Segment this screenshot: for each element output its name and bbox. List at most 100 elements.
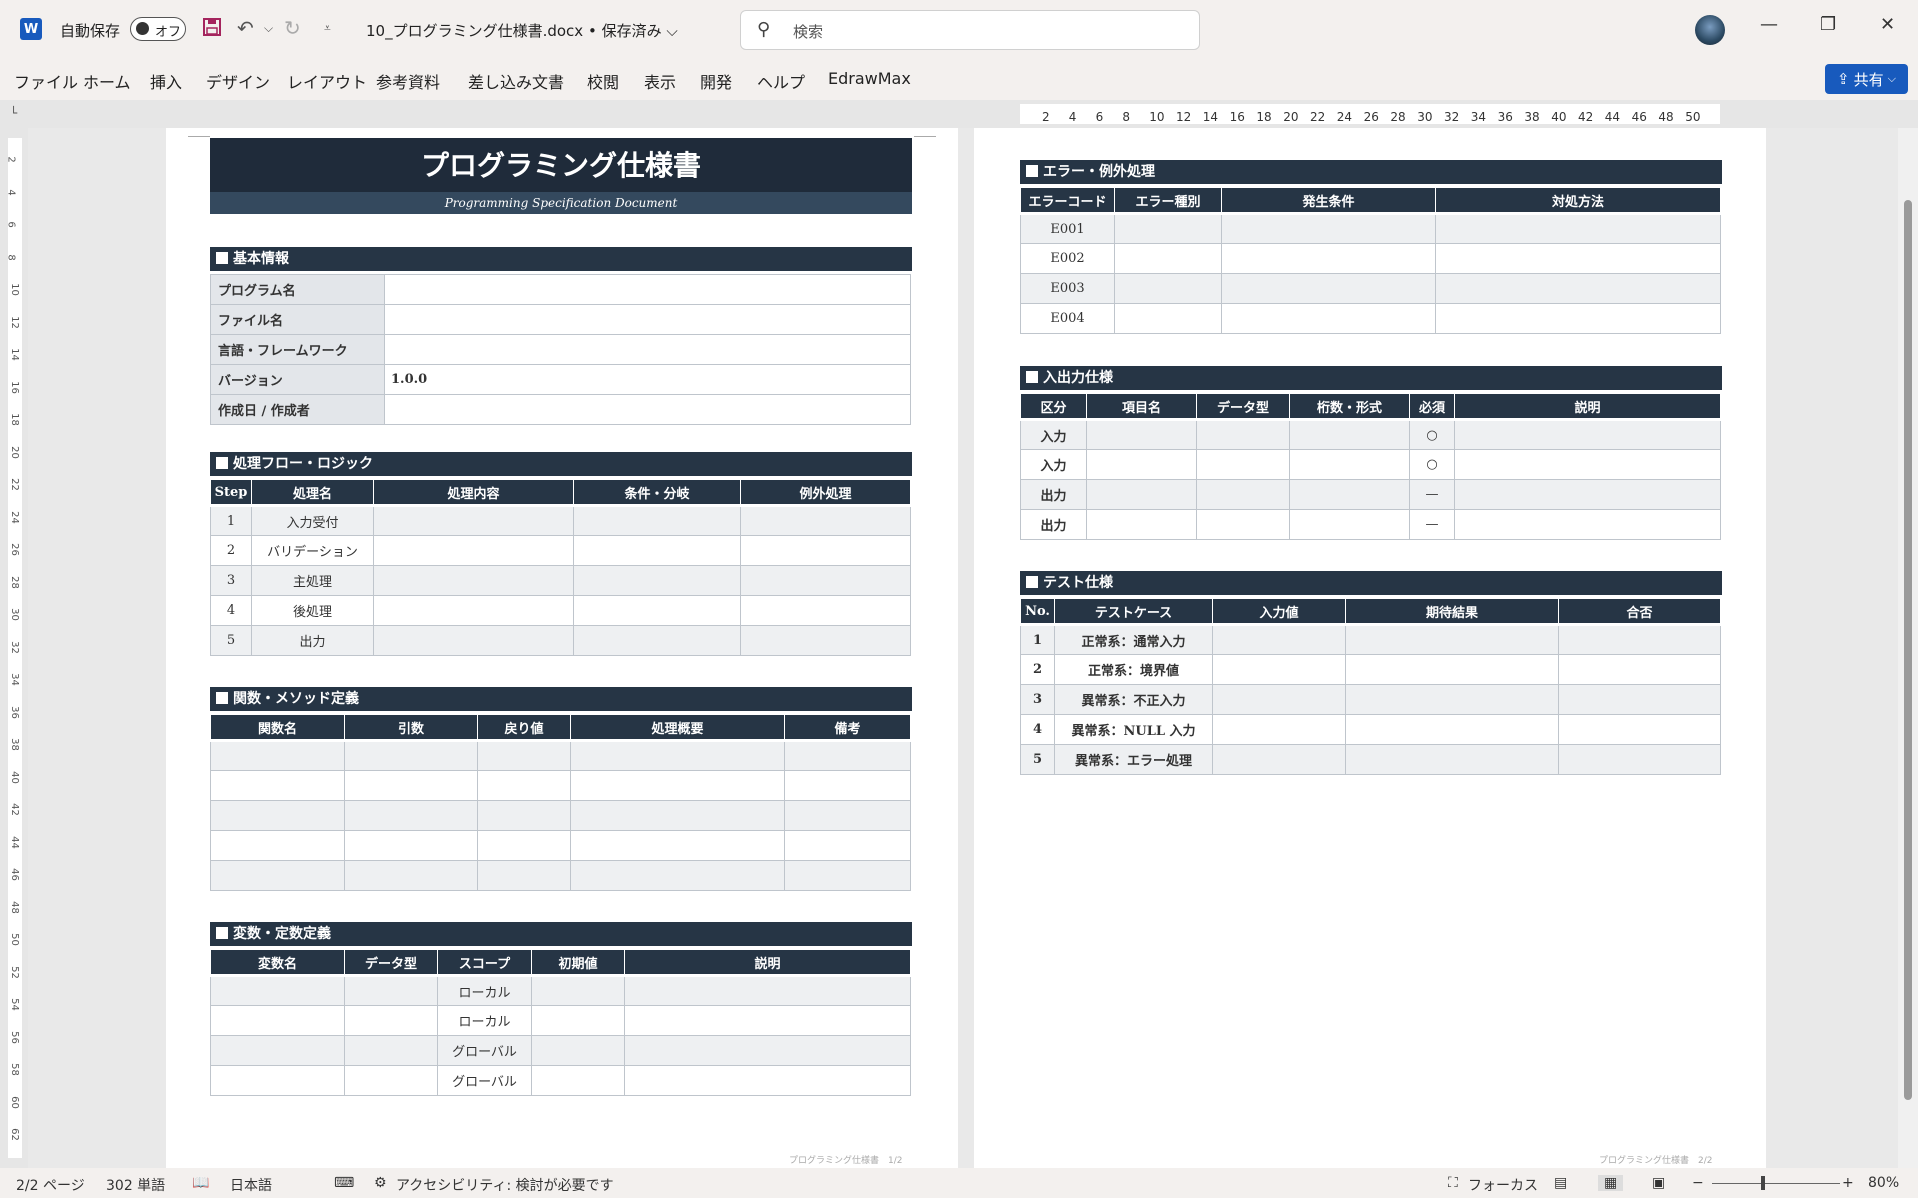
table-cell[interactable] [210, 740, 345, 771]
word-count[interactable]: 302 単語 [106, 1175, 165, 1195]
avatar[interactable] [1695, 15, 1725, 45]
table-cell[interactable] [784, 770, 911, 801]
table-cell[interactable]: 5 [210, 625, 252, 656]
table-cell[interactable]: グローバル [437, 1065, 532, 1096]
table-cell[interactable]: 入力 [1020, 449, 1087, 480]
table-cell[interactable] [570, 830, 785, 861]
table-cell[interactable]: 主処理 [251, 565, 374, 596]
table-cell[interactable] [1558, 684, 1721, 715]
table-cell[interactable] [1345, 654, 1559, 685]
read-mode-icon[interactable]: ▤ [1554, 1175, 1567, 1191]
table-cell[interactable] [573, 505, 741, 536]
ruler-track[interactable]: 2 4 6 8 10 12 14 16 18 20 22 24 26 28 30 32 34 36 38 40 42 44… [1020, 104, 1720, 124]
search-input[interactable]: ⚲ 検索 [740, 10, 1200, 50]
table-cell[interactable]: ○ [1409, 449, 1455, 480]
table-cell[interactable]: 2 [1020, 654, 1055, 685]
table-cell[interactable] [784, 740, 911, 771]
table-cell[interactable] [210, 830, 345, 861]
table-cell[interactable] [344, 1035, 438, 1066]
table-cell[interactable]: 3 [1020, 684, 1055, 715]
table-cell[interactable]: 4 [210, 595, 252, 626]
table-cell[interactable] [1558, 624, 1721, 655]
table-cell[interactable] [1086, 449, 1197, 480]
table-cell[interactable]: 正常系：境界値 [1054, 654, 1213, 685]
table-cell[interactable] [1114, 303, 1222, 334]
vertical-ruler[interactable]: 2 4 6 8 10 12 14 16 18 20 22 24 26 28 30 32 34 36 38 40 42 44… [0, 128, 28, 1168]
table-cell[interactable] [344, 975, 438, 1006]
table-cell[interactable] [573, 535, 741, 566]
table-cell[interactable] [784, 860, 911, 891]
horizontal-ruler[interactable]: └ 2 4 6 8 10 12 14 16 18 20 22 24 26 28 30 32 34 36 38 40 42… [0, 100, 1918, 128]
table-cell[interactable]: 5 [1020, 744, 1055, 775]
zoom-slider[interactable] [1712, 1183, 1840, 1184]
table-cell[interactable] [624, 1005, 911, 1036]
table-cell[interactable]: ローカル [437, 975, 532, 1006]
zoom-in-icon[interactable]: + [1842, 1175, 1854, 1191]
table-cell[interactable] [210, 800, 345, 831]
table-cell[interactable] [477, 740, 571, 771]
table-cell[interactable] [1558, 744, 1721, 775]
table-cell[interactable] [1086, 419, 1197, 450]
tab-references[interactable]: 参考資料 [376, 69, 440, 93]
accessibility-status[interactable]: アクセシビリティ: 検討が必要です [396, 1175, 614, 1195]
table-cell[interactable] [477, 800, 571, 831]
table-cell[interactable] [740, 535, 911, 566]
table-cell[interactable]: 異常系：エラー処理 [1054, 744, 1213, 775]
table-cell[interactable] [1212, 744, 1346, 775]
page-2[interactable]: エラー・例外処理 エラーコード エラー種別 発生条件 対処方法 E001 E002 E00… [974, 128, 1766, 1168]
field-value[interactable] [384, 394, 911, 425]
table-cell[interactable]: 1 [1020, 624, 1055, 655]
table-cell[interactable] [373, 625, 574, 656]
table-cell[interactable] [1454, 449, 1721, 480]
table-cell[interactable] [573, 565, 741, 596]
table-cell[interactable]: 出力 [251, 625, 374, 656]
page-count[interactable]: 2/2 ページ [16, 1175, 85, 1195]
tab-design[interactable]: デザイン [206, 69, 270, 93]
tab-selector-icon[interactable]: └ [10, 106, 17, 120]
table-cell[interactable]: 4 [1020, 714, 1055, 745]
table-cell[interactable] [210, 860, 345, 891]
table-cell[interactable] [1435, 273, 1721, 304]
table-cell[interactable] [1221, 213, 1436, 244]
close-icon[interactable]: ✕ [1880, 14, 1895, 35]
table-cell[interactable] [1454, 509, 1721, 540]
autosave-toggle[interactable]: オフ [130, 17, 186, 41]
table-cell[interactable]: 異常系：不正入力 [1054, 684, 1213, 715]
table-cell[interactable] [1114, 273, 1222, 304]
table-cell[interactable] [1454, 419, 1721, 450]
page-1[interactable]: プログラミング仕様書 Programming Specification Doc… [166, 128, 958, 1168]
table-cell[interactable] [570, 800, 785, 831]
table-cell[interactable] [373, 535, 574, 566]
table-cell[interactable] [210, 1035, 345, 1066]
table-cell[interactable] [373, 595, 574, 626]
table-cell[interactable] [1196, 449, 1290, 480]
table-cell[interactable] [1196, 419, 1290, 450]
table-cell[interactable] [624, 1065, 911, 1096]
table-cell[interactable] [1345, 714, 1559, 745]
language[interactable]: 日本語 [230, 1175, 272, 1195]
table-cell[interactable] [1086, 509, 1197, 540]
table-cell[interactable] [570, 770, 785, 801]
table-cell[interactable] [1212, 714, 1346, 745]
table-cell[interactable] [531, 975, 625, 1006]
table-cell[interactable] [1435, 213, 1721, 244]
table-cell[interactable] [477, 860, 571, 891]
table-cell[interactable] [1196, 509, 1290, 540]
table-cell[interactable]: 異常系：NULL 入力 [1054, 714, 1213, 745]
table-cell[interactable]: — [1409, 479, 1455, 510]
table-cell[interactable] [1289, 479, 1410, 510]
table-cell[interactable] [1289, 509, 1410, 540]
zoom-level[interactable]: 80% [1868, 1175, 1899, 1191]
table-cell[interactable] [740, 625, 911, 656]
tab-file[interactable]: ファイル [14, 69, 78, 93]
table-cell[interactable] [1212, 624, 1346, 655]
table-cell[interactable]: 出力 [1020, 509, 1087, 540]
table-cell[interactable] [1212, 654, 1346, 685]
table-cell[interactable] [373, 565, 574, 596]
table-cell[interactable] [573, 625, 741, 656]
table-cell[interactable] [373, 505, 574, 536]
table-cell[interactable] [1435, 303, 1721, 334]
table-cell[interactable]: 2 [210, 535, 252, 566]
table-cell[interactable] [740, 565, 911, 596]
redo-icon[interactable]: ↻ [284, 17, 301, 39]
